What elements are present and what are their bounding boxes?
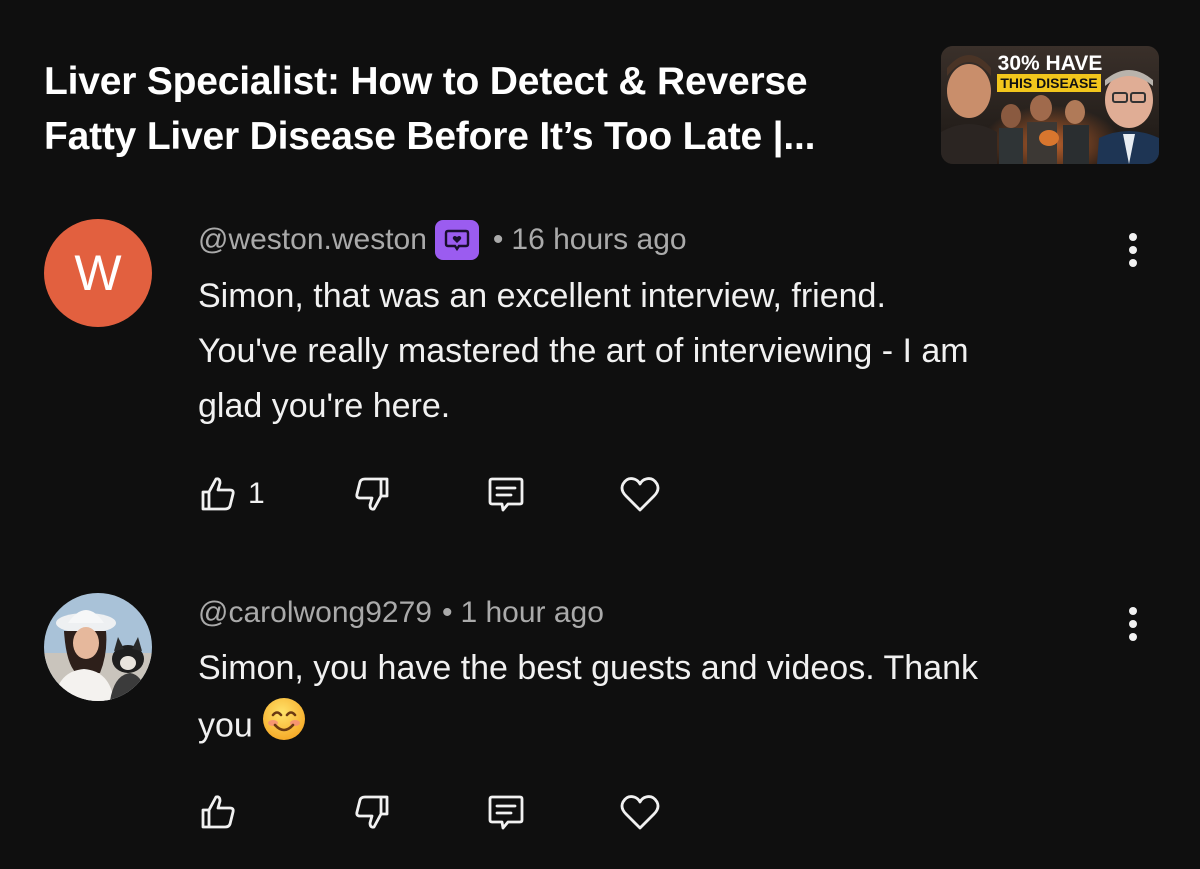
video-thumbnail[interactable]: 30% HAVE THIS DISEASE [941,46,1159,164]
comment-text-fragment: you [198,706,253,745]
comment-timestamp[interactable]: 1 hour ago [460,596,603,630]
like-count: 1 [248,477,265,510]
like-button[interactable]: 1 [198,472,265,516]
comment-text-line: Simon, you have the best guests and vide… [198,649,978,687]
member-chat-badge-icon [434,220,479,260]
comments-page: Liver Specialist: How to Detect & Revers… [0,0,1200,869]
comment-text-line: glad you're here. [198,387,451,425]
avatar-letter: W [74,245,122,301]
thumbnail-subheadline: THIS DISEASE [1000,75,1097,91]
heart-button[interactable] [618,472,662,516]
thumbs-down-icon [355,477,389,511]
smiling-face-icon [261,696,307,759]
comment-author-handle[interactable]: @weston.weston [198,223,427,257]
comment-meta: @carolwong9279 • 1 hour ago [198,593,604,633]
heart-button[interactable] [618,790,662,834]
more-vertical-icon[interactable] [1118,604,1148,644]
thumbs-up-icon [201,477,235,511]
thumbs-up-icon [201,795,235,829]
comment-meta: @weston.weston • 16 hours ago [198,220,687,260]
video-header[interactable]: Liver Specialist: How to Detect & Revers… [44,46,1160,166]
heart-icon [620,477,660,512]
dislike-button[interactable] [352,472,392,516]
video-title[interactable]: Liver Specialist: How to Detect & Revers… [44,54,914,164]
comment-text-line: You've really mastered the art of interv… [198,332,969,370]
thumbs-down-icon [355,795,389,829]
comment-text-line-with-emoji: you [198,696,1138,759]
thumbnail-headline: 30% HAVE [998,52,1103,75]
video-title-line-1: Liver Specialist: How to Detect & Revers… [44,60,808,103]
comment-text: Simon, you have the best guests and vide… [198,641,1138,759]
reply-button[interactable] [486,790,526,834]
heart-icon [620,795,660,830]
meta-separator: • [441,596,453,629]
profile-photo [44,593,152,701]
dislike-button[interactable] [352,790,392,834]
thumbnail-image: 30% HAVE THIS DISEASE [941,46,1159,164]
reply-comment-icon [488,795,524,830]
like-button[interactable] [198,790,248,834]
comment-actions [198,790,718,834]
comment-author-handle[interactable]: @carolwong9279 [198,596,432,630]
more-vertical-icon[interactable] [1118,230,1148,270]
meta-separator: • [492,223,504,256]
avatar[interactable] [44,593,152,701]
avatar[interactable]: W [44,219,152,327]
reply-comment-icon [488,477,524,512]
comment-text: Simon, that was an excellent interview, … [198,269,1138,434]
comment-timestamp[interactable]: 16 hours ago [511,223,686,257]
comment-actions: 1 [198,472,718,516]
reply-button[interactable] [486,472,526,516]
comment-text-line: Simon, that was an excellent interview, … [198,277,886,315]
video-title-line-2: Fatty Liver Disease Before It’s Too Late… [44,115,816,158]
